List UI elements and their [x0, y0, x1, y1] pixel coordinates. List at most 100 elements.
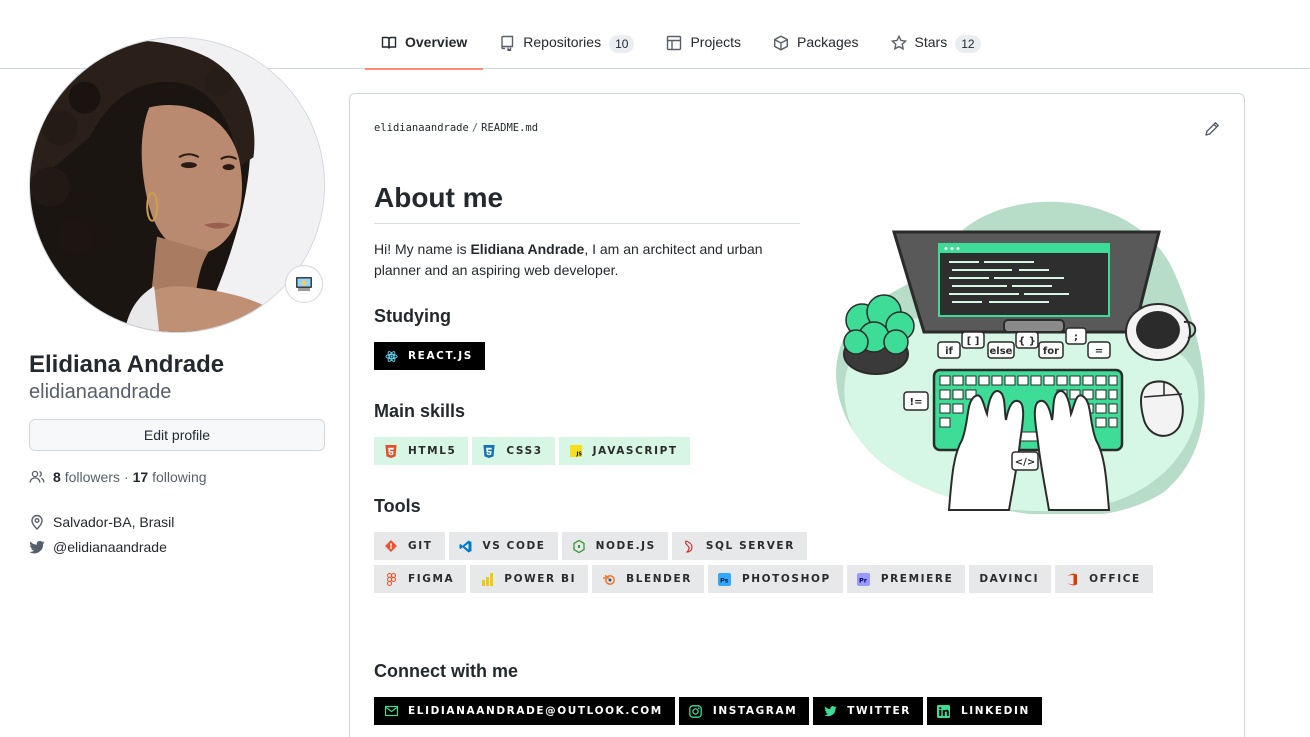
badge-html5[interactable]: HTML5: [374, 437, 469, 465]
badge-powerbi[interactable]: POWER BI: [470, 565, 589, 593]
followers-link[interactable]: 8 followers: [53, 469, 120, 485]
tab-stars[interactable]: Stars 12: [875, 22, 997, 69]
avatar-photo: [30, 38, 324, 332]
readme-file-link[interactable]: README.md: [481, 122, 538, 134]
profile-sidebar: Elidiana Andrade elidianaandrade Edit pr…: [29, 37, 325, 559]
badge-vscode[interactable]: VS CODE: [448, 532, 558, 560]
badge-label: POWER BI: [504, 573, 577, 585]
badge-twitter[interactable]: TWITTER: [813, 697, 923, 725]
badge-sqlserver[interactable]: SQL SERVER: [671, 532, 807, 560]
profile-username: elidianaandrade: [29, 381, 172, 403]
react-icon: [384, 349, 398, 363]
badge-instagram[interactable]: INSTAGRAM: [678, 697, 810, 725]
studying-heading: Studying: [374, 306, 451, 326]
avatar[interactable]: [29, 37, 325, 333]
badge-label: VS CODE: [482, 540, 546, 552]
powerbi-icon: [480, 572, 494, 586]
tool-badges-row2: FIGMA POWER BI BLENDER Ps PHOTOSHOP Pr P…: [374, 565, 1153, 593]
following-count: 17: [132, 469, 149, 485]
svg-text:JS: JS: [575, 452, 582, 458]
key-curly-braces: { }: [1018, 336, 1036, 347]
avatar-container: [29, 37, 325, 333]
tab-projects[interactable]: Projects: [650, 22, 757, 69]
tab-repositories-label: Repositories: [523, 34, 602, 50]
key-equals: =: [1095, 346, 1103, 357]
premiere-icon: Pr: [857, 572, 871, 586]
badge-label: ELIDIANAANDRADE@OUTLOOK.COM: [408, 705, 663, 717]
badge-css3[interactable]: CSS3: [472, 437, 555, 465]
developer-illustration: [ ] { } ; if else for = != </>: [836, 201, 1205, 514]
intro-prefix: Hi! My name is: [374, 241, 471, 257]
people-icon: [29, 470, 45, 483]
pencil-icon[interactable]: [1204, 121, 1220, 137]
badge-reactjs[interactable]: REACT.JS: [374, 342, 485, 370]
intro-name: Elidiana Andrade: [470, 241, 585, 257]
following-label: following: [152, 469, 207, 485]
tab-packages[interactable]: Packages: [757, 22, 874, 69]
photoshop-icon: Ps: [718, 572, 732, 586]
edit-profile-button[interactable]: Edit profile: [29, 419, 325, 451]
badge-linkedin[interactable]: LINKEDIN: [926, 697, 1042, 725]
badge-git[interactable]: GIT: [374, 532, 445, 560]
main-skills-heading: Main skills: [374, 401, 466, 421]
readme-title: About me: [374, 180, 800, 224]
badge-label: NODE.JS: [595, 540, 656, 552]
figma-icon: [384, 572, 398, 586]
nodejs-icon: [572, 539, 586, 553]
badge-label: FIGMA: [408, 573, 455, 585]
tools-heading: Tools: [374, 496, 421, 516]
tab-overview[interactable]: Overview: [365, 22, 484, 70]
badge-nodejs[interactable]: NODE.JS: [561, 532, 668, 560]
office-icon: [1065, 572, 1079, 586]
package-icon: [774, 35, 789, 51]
stars-count: 12: [955, 35, 981, 53]
key-else: else: [990, 346, 1013, 357]
badge-blender[interactable]: BLENDER: [592, 565, 704, 593]
badge-davinci[interactable]: DAVINCI: [969, 565, 1052, 593]
key-square-brackets: [ ]: [967, 336, 980, 347]
badge-figma[interactable]: FIGMA: [374, 565, 467, 593]
badge-label: SQL SERVER: [705, 540, 795, 552]
badge-label: JAVASCRIPT: [592, 445, 678, 457]
badge-photoshop[interactable]: Ps PHOTOSHOP: [707, 565, 843, 593]
blender-icon: [602, 572, 616, 586]
profile-tabs: Overview Repositories 10 Projects Packag…: [365, 22, 997, 70]
key-semicolon: ;: [1074, 332, 1078, 343]
badge-email[interactable]: ELIDIANAANDRADE@OUTLOOK.COM: [374, 697, 675, 725]
key-not-equals: !=: [910, 397, 923, 408]
following-link[interactable]: 17 following: [133, 469, 207, 485]
tab-overview-label: Overview: [405, 34, 468, 50]
tool-badges-row1: GIT VS CODE NODE.JS SQL SERVER: [374, 532, 807, 560]
location-icon: [31, 514, 43, 530]
badge-label: REACT.JS: [408, 350, 473, 362]
css3-icon: [482, 444, 496, 458]
badge-label: BLENDER: [626, 573, 692, 585]
vscode-icon: [459, 539, 473, 553]
badge-label: OFFICE: [1089, 573, 1141, 585]
status-emoji[interactable]: [285, 265, 323, 303]
location-item: Salvador-BA, Brasil: [29, 509, 325, 534]
tab-packages-label: Packages: [797, 34, 859, 50]
badge-javascript[interactable]: JS JAVASCRIPT: [558, 437, 690, 465]
tab-stars-label: Stars: [914, 34, 948, 50]
connect-badges: ELIDIANAANDRADE@OUTLOOK.COM INSTAGRAM TW…: [374, 697, 1042, 725]
html5-icon: [384, 444, 398, 458]
twitter-item[interactable]: @elidianaandrade: [29, 534, 325, 559]
key-for: for: [1043, 346, 1059, 357]
badge-office[interactable]: OFFICE: [1055, 565, 1153, 593]
tab-repositories[interactable]: Repositories 10: [483, 22, 650, 69]
followers-label: followers: [64, 469, 120, 485]
badge-label: CSS3: [506, 445, 543, 457]
follow-stats: 8 followers · 17 following: [29, 469, 325, 485]
svg-text:Ps: Ps: [720, 576, 729, 584]
badge-label: GIT: [408, 540, 433, 552]
book-icon: [381, 36, 397, 49]
readme-intro: Hi! My name is Elidiana Andrade, I am an…: [374, 239, 774, 281]
profile-full-name: Elidiana Andrade: [29, 351, 225, 378]
badge-label: PREMIERE: [880, 573, 954, 585]
readme-owner-link[interactable]: elidianaandrade: [374, 122, 469, 134]
badge-premiere[interactable]: Pr PREMIERE: [846, 565, 966, 593]
star-icon: [890, 35, 907, 51]
key-code-tag: </>: [1015, 457, 1035, 468]
badge-label: PHOTOSHOP: [741, 573, 831, 585]
